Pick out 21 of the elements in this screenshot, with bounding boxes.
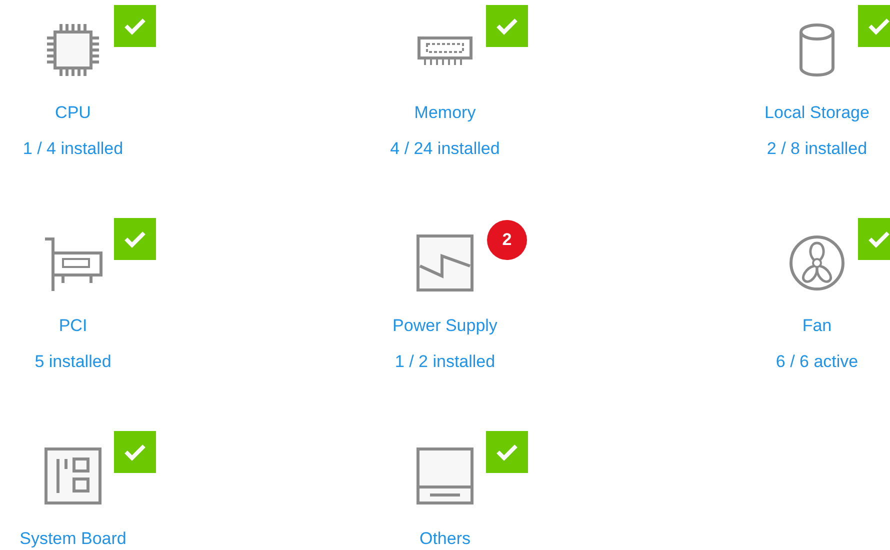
component-name[interactable]: Others — [419, 528, 471, 550]
fan-icon — [788, 234, 846, 292]
component-name[interactable]: CPU — [55, 102, 91, 124]
alert-count-badge: 2 — [487, 220, 527, 260]
component-status[interactable]: 5 installed — [34, 351, 112, 373]
component-name[interactable]: Local Storage — [764, 102, 870, 124]
power-supply-icon — [416, 234, 474, 292]
component-status[interactable]: 2 / 8 installed — [766, 138, 868, 160]
component-name[interactable]: Power Supply — [392, 315, 498, 337]
component-status[interactable]: 1 / 2 installed — [394, 351, 496, 373]
component-name[interactable]: Fan — [802, 315, 832, 337]
component-status[interactable]: 4 / 24 installed — [390, 138, 500, 160]
component-name[interactable]: Memory — [414, 102, 476, 124]
component-name[interactable]: PCI — [58, 315, 88, 337]
component-name[interactable]: System Board — [20, 528, 126, 550]
circuit-board-icon — [44, 447, 102, 505]
component-status[interactable]: 1 / 4 installed — [22, 138, 124, 160]
cylinder-icon — [797, 22, 837, 78]
component-status[interactable]: 6 / 6 active — [776, 351, 858, 373]
device-icon — [416, 447, 474, 505]
chip-icon — [45, 22, 101, 78]
